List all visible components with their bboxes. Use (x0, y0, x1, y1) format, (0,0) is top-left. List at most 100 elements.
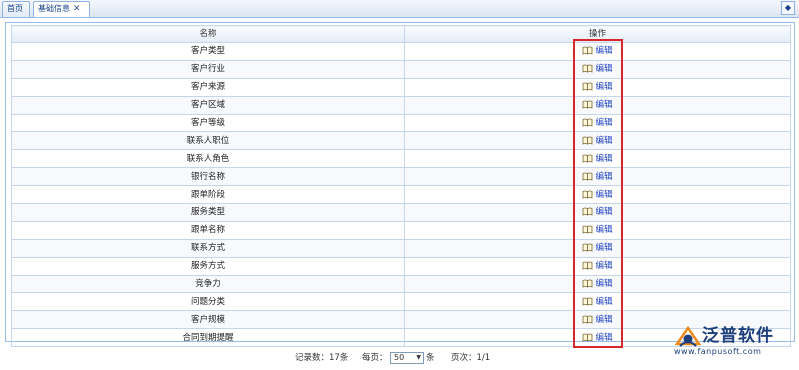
close-icon[interactable]: ✕ (73, 4, 81, 14)
row-operation: 编辑 (404, 167, 791, 187)
row-name: 客户类型 (11, 42, 405, 61)
edit-link[interactable]: 编辑 (595, 297, 612, 307)
edit-link[interactable]: 编辑 (595, 225, 612, 235)
tab-basic-info-label: 基础信息 (38, 4, 70, 13)
edit-link[interactable]: 编辑 (595, 279, 612, 289)
table-row: 问题分类 编辑 (11, 292, 791, 312)
book-icon (583, 279, 593, 288)
book-icon (583, 315, 593, 324)
edit-link[interactable]: 编辑 (595, 261, 612, 271)
row-operation: 编辑 (404, 59, 791, 79)
row-name: 竞争力 (11, 274, 405, 294)
logo-url: www.fanpusoft.com (674, 347, 762, 356)
brand-logo: 泛普软件 www.fanpusoft.com (672, 326, 797, 360)
data-table: 名称 操作 客户类型 编辑 客户行业 编辑 客户来源 编辑 客户区域 编辑 客户等级 编辑 联系人职… (11, 25, 791, 348)
row-name: 联系人角色 (11, 149, 405, 169)
row-operation: 编辑 (404, 292, 791, 312)
edit-link[interactable]: 编辑 (595, 315, 612, 325)
book-icon (583, 243, 593, 252)
table-row: 联系方式 编辑 (11, 238, 791, 258)
book-icon (583, 172, 593, 181)
book-icon (583, 136, 593, 145)
book-icon (583, 297, 593, 306)
table-row: 客户来源 编辑 (11, 77, 791, 97)
per-page-label: 每页： (362, 353, 388, 363)
edit-link[interactable]: 编辑 (595, 46, 612, 56)
logo-icon (674, 326, 702, 347)
edit-link[interactable]: 编辑 (595, 64, 612, 74)
book-icon (583, 47, 593, 56)
table-row: 客户等级 编辑 (11, 113, 791, 133)
edit-link[interactable]: 编辑 (595, 333, 612, 343)
row-name: 银行名称 (11, 167, 405, 187)
row-name: 跟单名称 (11, 220, 405, 240)
row-operation: 编辑 (404, 149, 791, 169)
table-row: 联系人职位 编辑 (11, 131, 791, 151)
chevron-down-icon: ▼ (416, 354, 421, 361)
column-header-name[interactable]: 名称 (11, 25, 405, 43)
row-operation: 编辑 (404, 113, 791, 133)
collapse-icon[interactable]: ◆ (781, 1, 795, 15)
row-name: 合同到期提醒 (11, 328, 405, 348)
book-icon (583, 118, 593, 127)
row-operation: 编辑 (404, 203, 791, 222)
table-row: 跟单名称 编辑 (11, 220, 791, 240)
book-icon (583, 261, 593, 270)
edit-link[interactable]: 编辑 (595, 154, 612, 164)
edit-link[interactable]: 编辑 (595, 243, 612, 253)
page-indicator: 页次：1/1 (451, 353, 491, 363)
row-name: 客户来源 (11, 77, 405, 97)
tab-basic-info[interactable]: 基础信息 ✕ (33, 1, 90, 17)
row-operation: 编辑 (404, 42, 791, 61)
table-row: 服务方式 编辑 (11, 256, 791, 276)
per-page-select[interactable]: 50 ▼ (390, 352, 424, 364)
table-body: 客户类型 编辑 客户行业 编辑 客户来源 编辑 客户区域 编辑 客户等级 编辑 联系人职位 编辑 联系人… (11, 42, 791, 348)
row-operation: 编辑 (404, 95, 791, 115)
table-row: 联系人角色 编辑 (11, 149, 791, 169)
table-row: 竞争力 编辑 (11, 274, 791, 294)
row-operation: 编辑 (404, 185, 791, 205)
edit-link[interactable]: 编辑 (595, 118, 612, 128)
book-icon (583, 82, 593, 91)
edit-link[interactable]: 编辑 (595, 172, 612, 182)
row-name: 联系方式 (11, 238, 405, 258)
book-icon (583, 333, 593, 342)
table-row: 服务类型 编辑 (11, 203, 791, 222)
row-name: 问题分类 (11, 292, 405, 312)
per-page-value: 50 (394, 353, 405, 362)
row-name: 客户等级 (11, 113, 405, 133)
tab-bar: 首页 基础信息 ✕ ◆ (0, 0, 799, 18)
row-operation: 编辑 (404, 131, 791, 151)
table-row: 跟单阶段 编辑 (11, 185, 791, 205)
tab-home[interactable]: 首页 (2, 1, 30, 17)
edit-link[interactable]: 编辑 (595, 207, 612, 217)
column-header-operation[interactable]: 操作 (404, 25, 791, 43)
row-operation: 编辑 (404, 238, 791, 258)
per-page-unit: 条 (426, 353, 435, 363)
book-icon (583, 64, 593, 73)
book-icon (583, 154, 593, 163)
row-name: 联系人职位 (11, 131, 405, 151)
row-operation: 编辑 (404, 256, 791, 276)
edit-link[interactable]: 编辑 (595, 82, 612, 92)
table-header: 名称 操作 (11, 25, 791, 43)
edit-link[interactable]: 编辑 (595, 136, 612, 146)
row-operation: 编辑 (404, 77, 791, 97)
edit-link[interactable]: 编辑 (595, 100, 612, 110)
book-icon (583, 190, 593, 199)
edit-link[interactable]: 编辑 (595, 190, 612, 200)
record-count: 记录数：17条 (295, 353, 349, 363)
row-operation: 编辑 (404, 220, 791, 240)
row-name: 服务方式 (11, 256, 405, 276)
row-name: 客户规模 (11, 310, 405, 330)
row-name: 服务类型 (11, 203, 405, 222)
table-row: 客户区域 编辑 (11, 95, 791, 115)
book-icon (583, 208, 593, 217)
book-icon (583, 100, 593, 109)
row-name: 客户行业 (11, 59, 405, 79)
row-name: 客户区域 (11, 95, 405, 115)
row-operation: 编辑 (404, 274, 791, 294)
book-icon (583, 225, 593, 234)
table-row: 银行名称 编辑 (11, 167, 791, 187)
grid-panel: 名称 操作 客户类型 编辑 客户行业 编辑 客户来源 编辑 客户区域 编辑 客户等级 编辑 联系人职… (5, 22, 795, 348)
